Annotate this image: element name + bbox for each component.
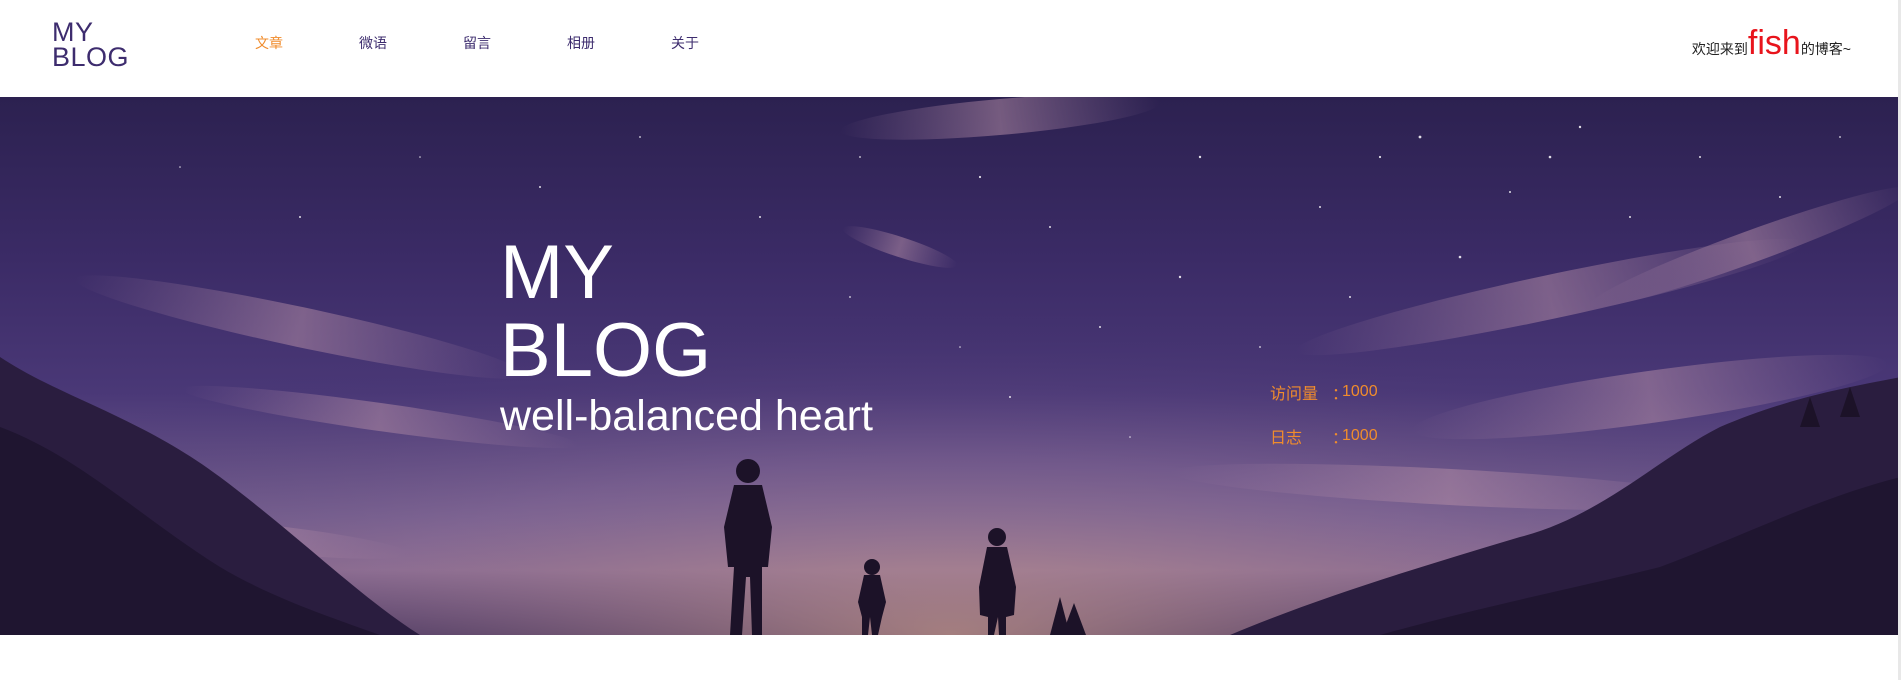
page-bottom-area — [0, 635, 1901, 680]
nav-item-microposts[interactable]: 微语 — [359, 33, 463, 53]
hero-subtitle: well-balanced heart — [500, 392, 873, 440]
nav-item-album[interactable]: 相册 — [567, 33, 671, 53]
welcome-message: 欢迎来到fish的博客~ — [1692, 24, 1851, 63]
hero-title-line-1: MY — [500, 230, 614, 315]
logo-line-2: BLOG — [52, 42, 130, 72]
stat-separator: ： — [1332, 430, 1349, 447]
welcome-suffix: 的博客~ — [1800, 41, 1851, 57]
welcome-prefix: 欢迎来到 — [1691, 41, 1748, 57]
site-logo[interactable]: MY BLOG — [52, 19, 130, 72]
stat-row-posts: 日志 ： 1000 — [1270, 414, 1378, 458]
main-nav: 文章 微语 留言 相册 关于 — [255, 33, 775, 53]
nav-item-articles[interactable]: 文章 — [255, 33, 359, 53]
stat-label: 日志 — [1270, 430, 1303, 447]
hero-banner: MY BLOG well-balanced heart 访问量 ： 1000 日… — [0, 97, 1901, 635]
stat-label: 访问量 — [1270, 386, 1319, 403]
stat-row-visits: 访问量 ： 1000 — [1270, 370, 1378, 414]
stat-value: 1000 — [1342, 383, 1378, 400]
nav-item-guestbook[interactable]: 留言 — [463, 33, 567, 53]
night-sky-background — [0, 97, 1901, 635]
hero-title: MY BLOG — [500, 234, 711, 390]
stat-value: 1000 — [1342, 427, 1378, 444]
welcome-username: fish — [1747, 24, 1801, 62]
stat-separator: ： — [1332, 386, 1349, 403]
nav-item-about[interactable]: 关于 — [671, 33, 775, 53]
site-stats: 访问量 ： 1000 日志 ： 1000 — [1270, 370, 1378, 458]
site-header: MY BLOG 文章 微语 留言 相册 关于 欢迎来到fish的博客~ — [0, 0, 1901, 97]
hero-title-line-2: BLOG — [500, 308, 712, 393]
